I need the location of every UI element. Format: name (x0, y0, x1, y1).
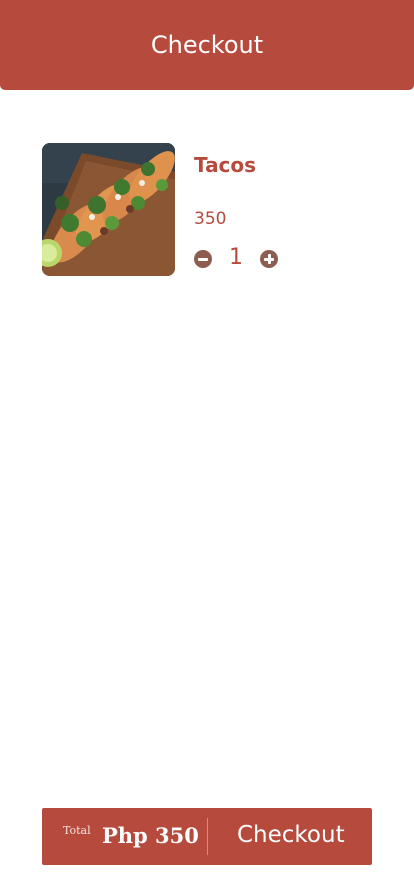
tacos-photo (42, 143, 175, 276)
quantity-value: 1 (229, 244, 243, 270)
page-title: Checkout (150, 31, 264, 59)
quantity-stepper: 1 (194, 244, 278, 271)
item-price: 350 (194, 209, 227, 229)
checkout-screen: Checkout Tacos 350 1 Total Php 350 Check… (0, 0, 414, 896)
tacos-photo-icon (42, 143, 175, 276)
plus-circle-icon[interactable] (260, 250, 278, 268)
divider (207, 818, 208, 855)
total-label: Total (63, 824, 91, 837)
cart-item: Tacos 350 1 (42, 143, 372, 277)
item-name: Tacos (194, 153, 257, 177)
header-bar: Checkout (0, 0, 414, 90)
checkout-button[interactable]: Total Php 350 Checkout (42, 808, 372, 865)
checkout-button-label: Checkout (237, 822, 345, 848)
total-block: Total Php 350 (42, 808, 207, 865)
minus-circle-icon[interactable] (194, 250, 212, 268)
total-amount: Php 350 (102, 823, 199, 848)
